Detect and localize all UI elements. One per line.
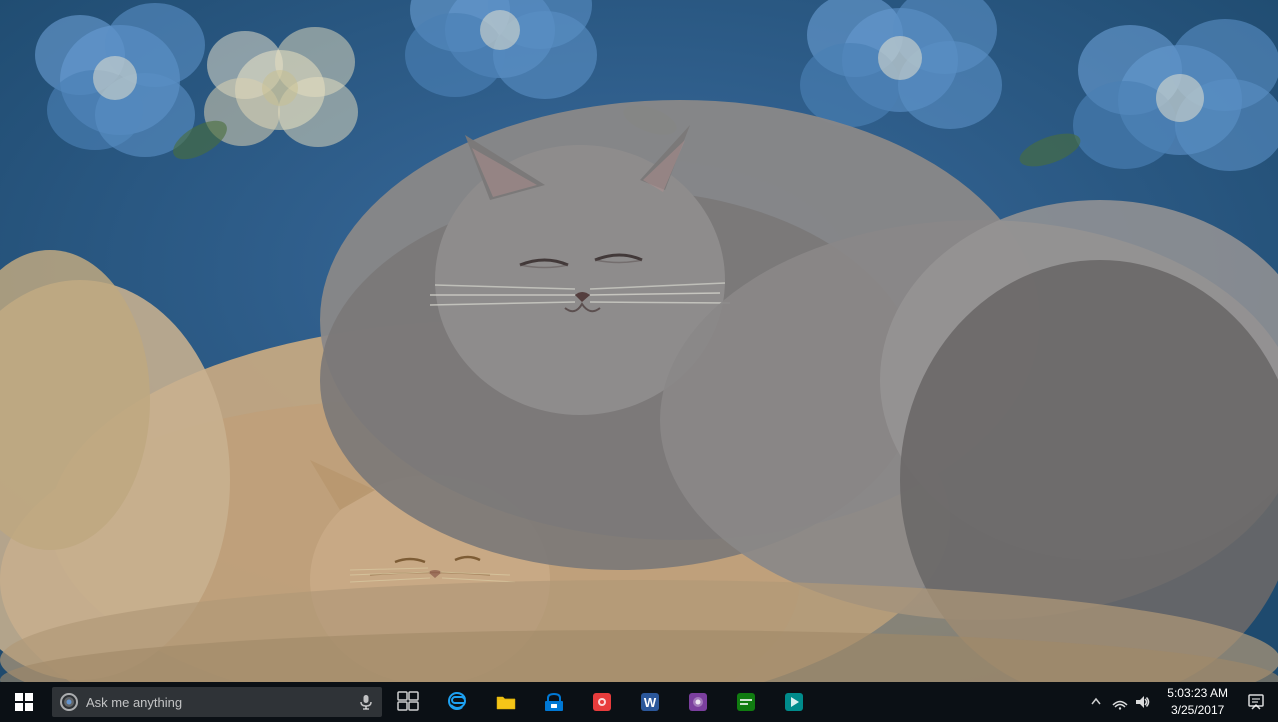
file-explorer-icon	[495, 691, 517, 713]
task-view-button[interactable]	[386, 682, 430, 722]
taskbar: Ask me anything	[0, 682, 1278, 722]
volume-tray-icon[interactable]	[1131, 682, 1153, 722]
taskbar-app-4[interactable]	[578, 682, 626, 722]
start-button[interactable]	[0, 682, 48, 722]
action-center-icon	[1248, 694, 1264, 710]
taskbar-app-file-explorer[interactable]	[482, 682, 530, 722]
app4-icon	[591, 691, 613, 713]
store-icon	[543, 691, 565, 713]
clock-date: 3/25/2017	[1171, 702, 1224, 719]
svg-text:W: W	[644, 695, 657, 710]
task-view-icon	[397, 691, 419, 713]
app6-icon	[687, 691, 709, 713]
app7-icon	[735, 691, 757, 713]
app5-icon: W	[639, 691, 661, 713]
clock-time: 5:03:23 AM	[1167, 685, 1228, 702]
system-clock[interactable]: 5:03:23 AM 3/25/2017	[1157, 682, 1238, 722]
chevron-up-icon	[1091, 696, 1101, 708]
system-tray: 5:03:23 AM 3/25/2017	[1087, 682, 1278, 722]
desktop: Ask me anything	[0, 0, 1278, 722]
network-tray-icon[interactable]	[1109, 682, 1131, 722]
windows-logo-icon	[15, 693, 33, 711]
tray-icons-area	[1105, 682, 1157, 722]
edge-icon	[447, 691, 469, 713]
volume-icon	[1134, 694, 1150, 710]
taskbar-app-6[interactable]	[674, 682, 722, 722]
taskbar-app-5[interactable]: W	[626, 682, 674, 722]
cortana-icon	[60, 693, 78, 711]
taskbar-app-7[interactable]	[722, 682, 770, 722]
taskbar-app-8[interactable]	[770, 682, 818, 722]
action-center-button[interactable]	[1238, 682, 1274, 722]
taskbar-app-edge[interactable]	[434, 682, 482, 722]
taskbar-apps: W	[434, 682, 1087, 722]
cortana-search-bar[interactable]: Ask me anything	[52, 687, 382, 717]
microphone-icon[interactable]	[358, 694, 374, 710]
taskbar-app-store[interactable]	[530, 682, 578, 722]
app8-icon	[783, 691, 805, 713]
cortana-search-placeholder: Ask me anything	[86, 695, 354, 710]
show-hidden-icons-button[interactable]	[1087, 682, 1105, 722]
network-icon	[1112, 694, 1128, 710]
